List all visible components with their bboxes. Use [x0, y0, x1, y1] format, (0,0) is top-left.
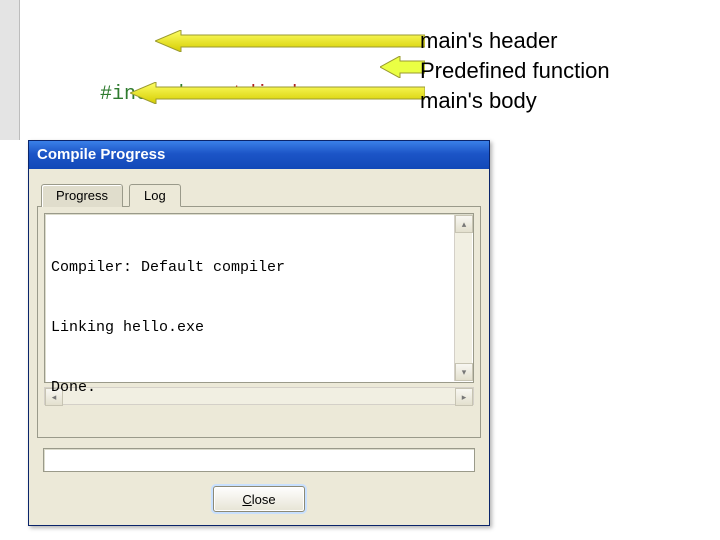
annotation-main-header: main's header: [420, 26, 610, 56]
log-line: Compiler: Default compiler: [51, 258, 285, 278]
tab-progress[interactable]: Progress: [41, 184, 123, 207]
dialog-titlebar[interactable]: Compile Progress: [29, 141, 489, 169]
code-include-header: <stdio.h>: [196, 83, 316, 106]
compile-progress-dialog: Compile Progress Progress Log Compiler: …: [28, 140, 490, 526]
log-output[interactable]: Compiler: Default compiler Linking hello…: [44, 213, 474, 383]
tab-log[interactable]: Log: [129, 184, 181, 207]
log-line: Linking hello.exe: [51, 318, 285, 338]
annotation-predefined-function: Predefined function: [420, 56, 610, 86]
log-content: Compiler: Default compiler Linking hello…: [51, 218, 285, 438]
annotation-block: main's header Predefined function main's…: [420, 26, 610, 116]
vertical-scrollbar[interactable]: ▴ ▾: [454, 215, 472, 381]
scroll-up-icon[interactable]: ▴: [455, 215, 473, 233]
progress-bar-frame: [43, 448, 475, 472]
log-line: Done.: [51, 378, 285, 398]
scroll-right-icon[interactable]: ▸: [455, 388, 473, 406]
close-button-rest: lose: [252, 492, 276, 507]
tab-panel-log: Compiler: Default compiler Linking hello…: [37, 206, 481, 438]
editor-gutter: [0, 0, 20, 140]
dialog-title: Compile Progress: [37, 146, 165, 163]
close-button-accel: C: [242, 492, 251, 507]
annotation-main-body: main's body: [420, 86, 610, 116]
tab-strip: Progress Log: [41, 183, 481, 206]
close-button[interactable]: Close: [213, 486, 305, 512]
code-include-directive: #include: [100, 83, 196, 106]
scroll-down-icon[interactable]: ▾: [455, 363, 473, 381]
